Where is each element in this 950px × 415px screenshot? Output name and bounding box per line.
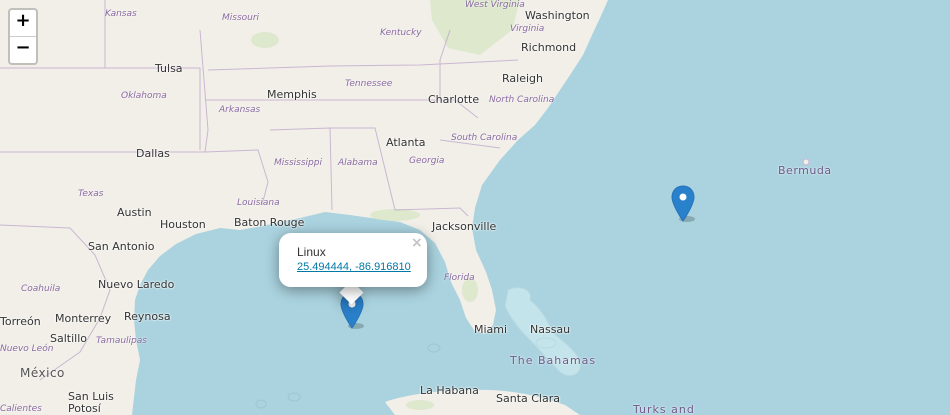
city-label-santa-clara: Santa Clara xyxy=(496,392,560,405)
city-label-saltillo: Saltillo xyxy=(50,332,87,345)
city-label-baton-rouge: Baton Rouge xyxy=(234,216,305,229)
city-label-miami: Miami xyxy=(474,323,508,336)
city-label-torreon: Torreón xyxy=(0,315,41,328)
city-label-jacksonville: Jacksonville xyxy=(432,220,497,233)
state-label-coahuila: Coahuila xyxy=(21,284,61,294)
city-label-washington: Washington xyxy=(525,9,590,22)
state-label-south-carolina: South Carolina xyxy=(451,133,518,143)
zoom-in-button[interactable]: + xyxy=(10,10,36,36)
state-label-oklahoma: Oklahoma xyxy=(121,91,167,101)
country-label-mexico: México xyxy=(20,366,65,380)
state-label-virginia: Virginia xyxy=(510,24,545,34)
city-label-nassau: Nassau xyxy=(530,323,571,336)
popup-title: Linux xyxy=(297,245,326,259)
state-label-missouri: Missouri xyxy=(222,13,260,23)
zoom-control: + − xyxy=(8,8,38,65)
city-label-san-luis-potosi: San Luis Potosí xyxy=(68,390,114,415)
state-label-georgia: Georgia xyxy=(409,156,445,166)
city-label-tulsa: Tulsa xyxy=(155,62,183,75)
city-label-san-antonio: San Antonio xyxy=(88,240,155,253)
state-label-kentucky: Kentucky xyxy=(380,28,422,38)
state-label-north-carolina: North Carolina xyxy=(489,95,555,105)
state-label-calientes: Calientes xyxy=(0,404,42,414)
country-label-bermuda: Bermuda xyxy=(778,164,832,177)
map-marker-bermuda[interactable] xyxy=(671,185,695,223)
city-label-atlanta: Atlanta xyxy=(386,136,426,149)
state-label-tamaulipas: Tamaulipas xyxy=(96,336,147,346)
popup-close-icon[interactable]: × xyxy=(411,235,423,251)
state-label-kansas: Kansas xyxy=(105,9,137,19)
zoom-out-button[interactable]: − xyxy=(10,36,36,63)
map-container[interactable]: West Virginia Washington Virginia Richmo… xyxy=(0,0,950,415)
city-label-austin: Austin xyxy=(117,206,152,219)
city-label-la-habana: La Habana xyxy=(420,384,479,397)
city-label-dallas: Dallas xyxy=(136,147,170,160)
state-label-florida: Florida xyxy=(444,273,475,283)
state-label-louisiana: Louisiana xyxy=(237,198,280,208)
city-label-monterrey: Monterrey xyxy=(55,312,112,325)
label-the-bahamas: The Bahamas xyxy=(510,354,597,367)
label-turks-and-caicos: Turks and xyxy=(633,403,695,415)
state-label-alabama: Alabama xyxy=(338,158,378,168)
state-label-tennessee: Tennessee xyxy=(345,79,393,89)
city-label-houston: Houston xyxy=(160,218,206,231)
state-label-texas: Texas xyxy=(78,189,104,199)
city-label-memphis: Memphis xyxy=(267,88,317,101)
state-label-mississippi: Mississippi xyxy=(274,158,322,168)
state-label-arkansas: Arkansas xyxy=(219,105,261,115)
state-label-west-virginia: West Virginia xyxy=(465,0,525,10)
state-label-nuevo-leon: Nuevo León xyxy=(0,344,54,354)
city-label-reynosa: Reynosa xyxy=(124,310,171,323)
city-label-richmond: Richmond xyxy=(521,41,577,54)
city-label-charlotte: Charlotte xyxy=(428,93,480,106)
city-label-nuevo-laredo: Nuevo Laredo xyxy=(98,278,175,291)
city-label-raleigh: Raleigh xyxy=(502,72,543,85)
popup-coordinates-link[interactable]: 25.494444, -86.916810 xyxy=(297,261,411,273)
